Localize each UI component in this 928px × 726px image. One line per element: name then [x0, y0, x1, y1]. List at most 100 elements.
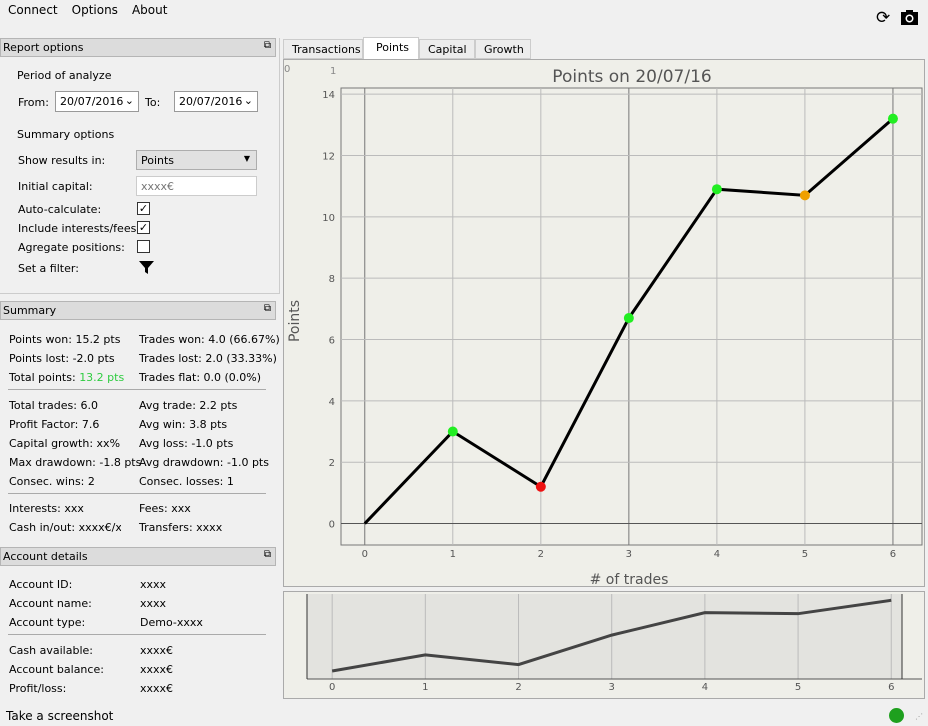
fees: Fees: xxx	[139, 502, 191, 515]
include-interests-checkbox[interactable]: ✓	[137, 221, 150, 234]
menu-options[interactable]: Options	[72, 3, 118, 17]
points-chart: 0 1 Points on 20/07/16 # of trades Point…	[283, 59, 925, 587]
x-tick-label: 3	[626, 549, 632, 560]
data-point	[535, 481, 546, 492]
total-trades: Total trades: 6.0	[9, 399, 98, 412]
float-icon[interactable]: ⧉	[264, 40, 271, 51]
trades-lost: Trades lost: 2.0 (33.33%)	[139, 352, 277, 365]
x-tick-label: 2	[538, 549, 544, 560]
x-tick-label: 5	[795, 682, 801, 693]
to-label: To:	[145, 96, 161, 109]
interests: Interests: xxx	[9, 502, 84, 515]
overview-chart[interactable]: 0 1 2 3 4 5 6	[283, 591, 925, 699]
tab-points[interactable]: Points	[363, 37, 419, 59]
y-tick-label: 12	[322, 151, 335, 162]
aggregate-positions-checkbox[interactable]	[137, 240, 150, 253]
initial-capital-input[interactable]	[136, 176, 257, 196]
data-point	[447, 426, 458, 437]
summary-header: Summary ⧉	[0, 301, 276, 320]
x-tick-label: 6	[890, 549, 896, 560]
y-tick-label: 14	[322, 90, 335, 101]
caret-down-icon: ▼	[243, 154, 250, 163]
avg-win: Avg win: 3.8 pts	[139, 418, 228, 431]
account-id-value: xxxx	[140, 578, 167, 591]
to-value: 20/07/2016	[179, 95, 243, 108]
account-name-label: Account name:	[9, 597, 92, 610]
profit-loss-label: Profit/loss:	[9, 682, 67, 695]
x-tick-label: 1	[450, 549, 456, 560]
y-tick-label: 2	[329, 458, 335, 469]
period-label: Period of analyze	[17, 69, 112, 82]
total-points: Total points: 13.2 pts	[9, 371, 124, 384]
connection-status-indicator	[889, 708, 904, 723]
points-lost: Points lost: -2.0 pts	[9, 352, 115, 365]
x-tick-label: 3	[609, 682, 615, 693]
total-points-value: 13.2 pts	[79, 371, 125, 384]
chart-title: Points on 20/07/16	[552, 67, 711, 87]
float-icon[interactable]: ⧉	[264, 303, 271, 314]
panel-title: Summary	[3, 304, 57, 317]
account-id-label: Account ID:	[9, 578, 73, 591]
menu-bar: Connect Options About	[8, 3, 181, 17]
panel-title: Account details	[3, 550, 88, 563]
y-tick-label: 4	[329, 397, 335, 408]
refresh-icon[interactable]: ⟳	[876, 8, 890, 28]
filter-icon[interactable]	[138, 259, 155, 276]
trades-flat: Trades flat: 0.0 (0.0%)	[139, 371, 262, 384]
account-details-header: Account details ⧉	[0, 547, 276, 566]
points-won: Points won: 15.2 pts	[9, 333, 121, 346]
account-type-label: Account type:	[9, 616, 86, 629]
x-tick-label: 4	[714, 549, 720, 560]
to-date-input[interactable]: 20/07/2016 ⌄	[174, 91, 258, 112]
account-name-value: xxxx	[140, 597, 167, 610]
data-point	[887, 113, 898, 124]
account-balance-value: xxxx€	[140, 663, 174, 676]
status-text: Take a screenshot	[6, 709, 114, 723]
menu-connect[interactable]: Connect	[8, 3, 58, 17]
data-point	[623, 313, 634, 324]
menu-about[interactable]: About	[132, 3, 167, 17]
avg-drawdown: Avg drawdown: -1.0 pts	[139, 456, 269, 469]
cash-available-label: Cash available:	[9, 644, 93, 657]
divider	[8, 493, 266, 494]
show-results-select[interactable]: Points ▼	[136, 150, 257, 170]
chevron-down-icon: ⌄	[124, 94, 134, 107]
chevron-down-icon: ⌄	[243, 94, 253, 107]
divider	[8, 389, 266, 390]
y-tick-label: 10	[322, 213, 335, 224]
y-axis-label: Points	[287, 300, 303, 342]
y-tick-label: 0	[329, 520, 335, 531]
report-options-header: Report options ⧉	[0, 38, 276, 57]
aggregate-positions-label: Agregate positions:	[18, 241, 125, 254]
resize-grip-icon[interactable]: ⋰	[915, 712, 923, 721]
from-date-input[interactable]: 20/07/2016 ⌄	[55, 91, 139, 112]
y-tick-label: 8	[329, 274, 335, 285]
transfers: Transfers: xxxx	[139, 521, 223, 534]
tab-growth[interactable]: Growth	[475, 39, 531, 59]
total-points-label: Total points:	[9, 371, 80, 384]
trades-won: Trades won: 4.0 (66.67%)	[139, 333, 280, 346]
x-tick-label: 4	[702, 682, 708, 693]
x-tick-label: 0	[362, 549, 368, 560]
tab-capital[interactable]: Capital	[419, 39, 475, 59]
x-tick-label: 5	[802, 549, 808, 560]
initial-capital-label: Initial capital:	[18, 180, 93, 193]
x-tick-label: 6	[888, 682, 894, 693]
y-tick-label: 6	[329, 336, 335, 347]
data-point	[711, 184, 722, 195]
cash-in-out: Cash in/out: xxxx€/xxx	[9, 521, 121, 534]
from-label: From:	[18, 96, 49, 109]
x-tick-label: 0	[329, 682, 335, 693]
auto-calculate-checkbox[interactable]: ✓	[137, 202, 150, 215]
camera-icon[interactable]	[900, 9, 919, 26]
profit-loss-value: xxxx€	[140, 682, 174, 695]
float-icon[interactable]: ⧉	[264, 549, 271, 560]
account-type-value: Demo-xxxx	[140, 616, 203, 629]
tab-transactions[interactable]: Transactions	[283, 39, 363, 59]
show-results-value: Points	[141, 154, 175, 167]
from-value: 20/07/2016	[60, 95, 124, 108]
profit-factor: Profit Factor: 7.6	[9, 418, 100, 431]
summary-options-label: Summary options	[17, 128, 115, 141]
avg-trade: Avg trade: 2.2 pts	[139, 399, 238, 412]
x-tick-label: 2	[515, 682, 521, 693]
